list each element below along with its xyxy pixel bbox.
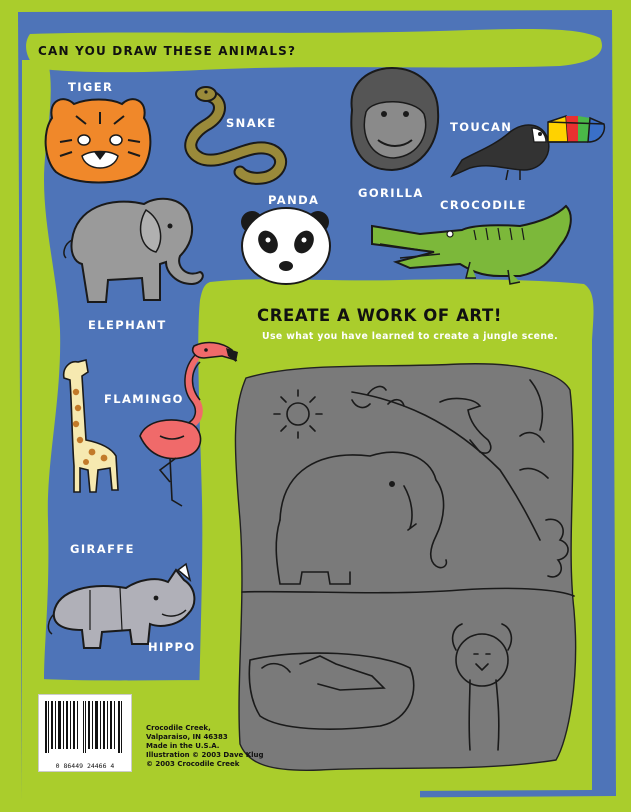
flamingo-label: FLAMINGO <box>104 392 184 406</box>
publisher-line: Made in the U.S.A. <box>146 742 220 750</box>
toucan-label: TOUCAN <box>450 120 513 134</box>
cover-art <box>0 0 631 812</box>
panda-drawing <box>241 207 331 285</box>
panda-label: PANDA <box>268 193 320 207</box>
publisher-line: Illustration © 2003 Dave Klug <box>146 751 264 759</box>
publisher-line: Crocodile Creek, <box>146 724 211 732</box>
publisher-line: Valparaiso, IN 46383 <box>146 733 228 741</box>
crocodile-label: CROCODILE <box>440 198 527 212</box>
hippo-label: HIPPO <box>148 640 196 654</box>
publisher-info: Crocodile Creek, Valparaiso, IN 46383 Ma… <box>146 724 264 769</box>
page-heading: CAN YOU DRAW THESE ANIMALS? <box>38 44 297 58</box>
barcode-number: 0 86449 24466 4 <box>55 762 115 770</box>
snake-label: SNAKE <box>226 116 277 130</box>
gorilla-drawing <box>350 66 440 172</box>
elephant-label: ELEPHANT <box>88 318 167 332</box>
tiger-label: TIGER <box>68 80 114 94</box>
art-subtitle: Use what you have learned to create a ju… <box>262 331 559 342</box>
barcode-bars <box>45 701 122 753</box>
drawing-area <box>234 363 577 771</box>
tiger-drawing <box>44 98 152 184</box>
art-title: CREATE A WORK OF ART! <box>257 306 502 325</box>
giraffe-label: GIRAFFE <box>70 542 135 556</box>
gorilla-label: GORILLA <box>358 186 424 200</box>
barcode: 0 86449 24466 4 <box>38 694 132 772</box>
publisher-line: © 2003 Crocodile Creek <box>146 760 240 768</box>
